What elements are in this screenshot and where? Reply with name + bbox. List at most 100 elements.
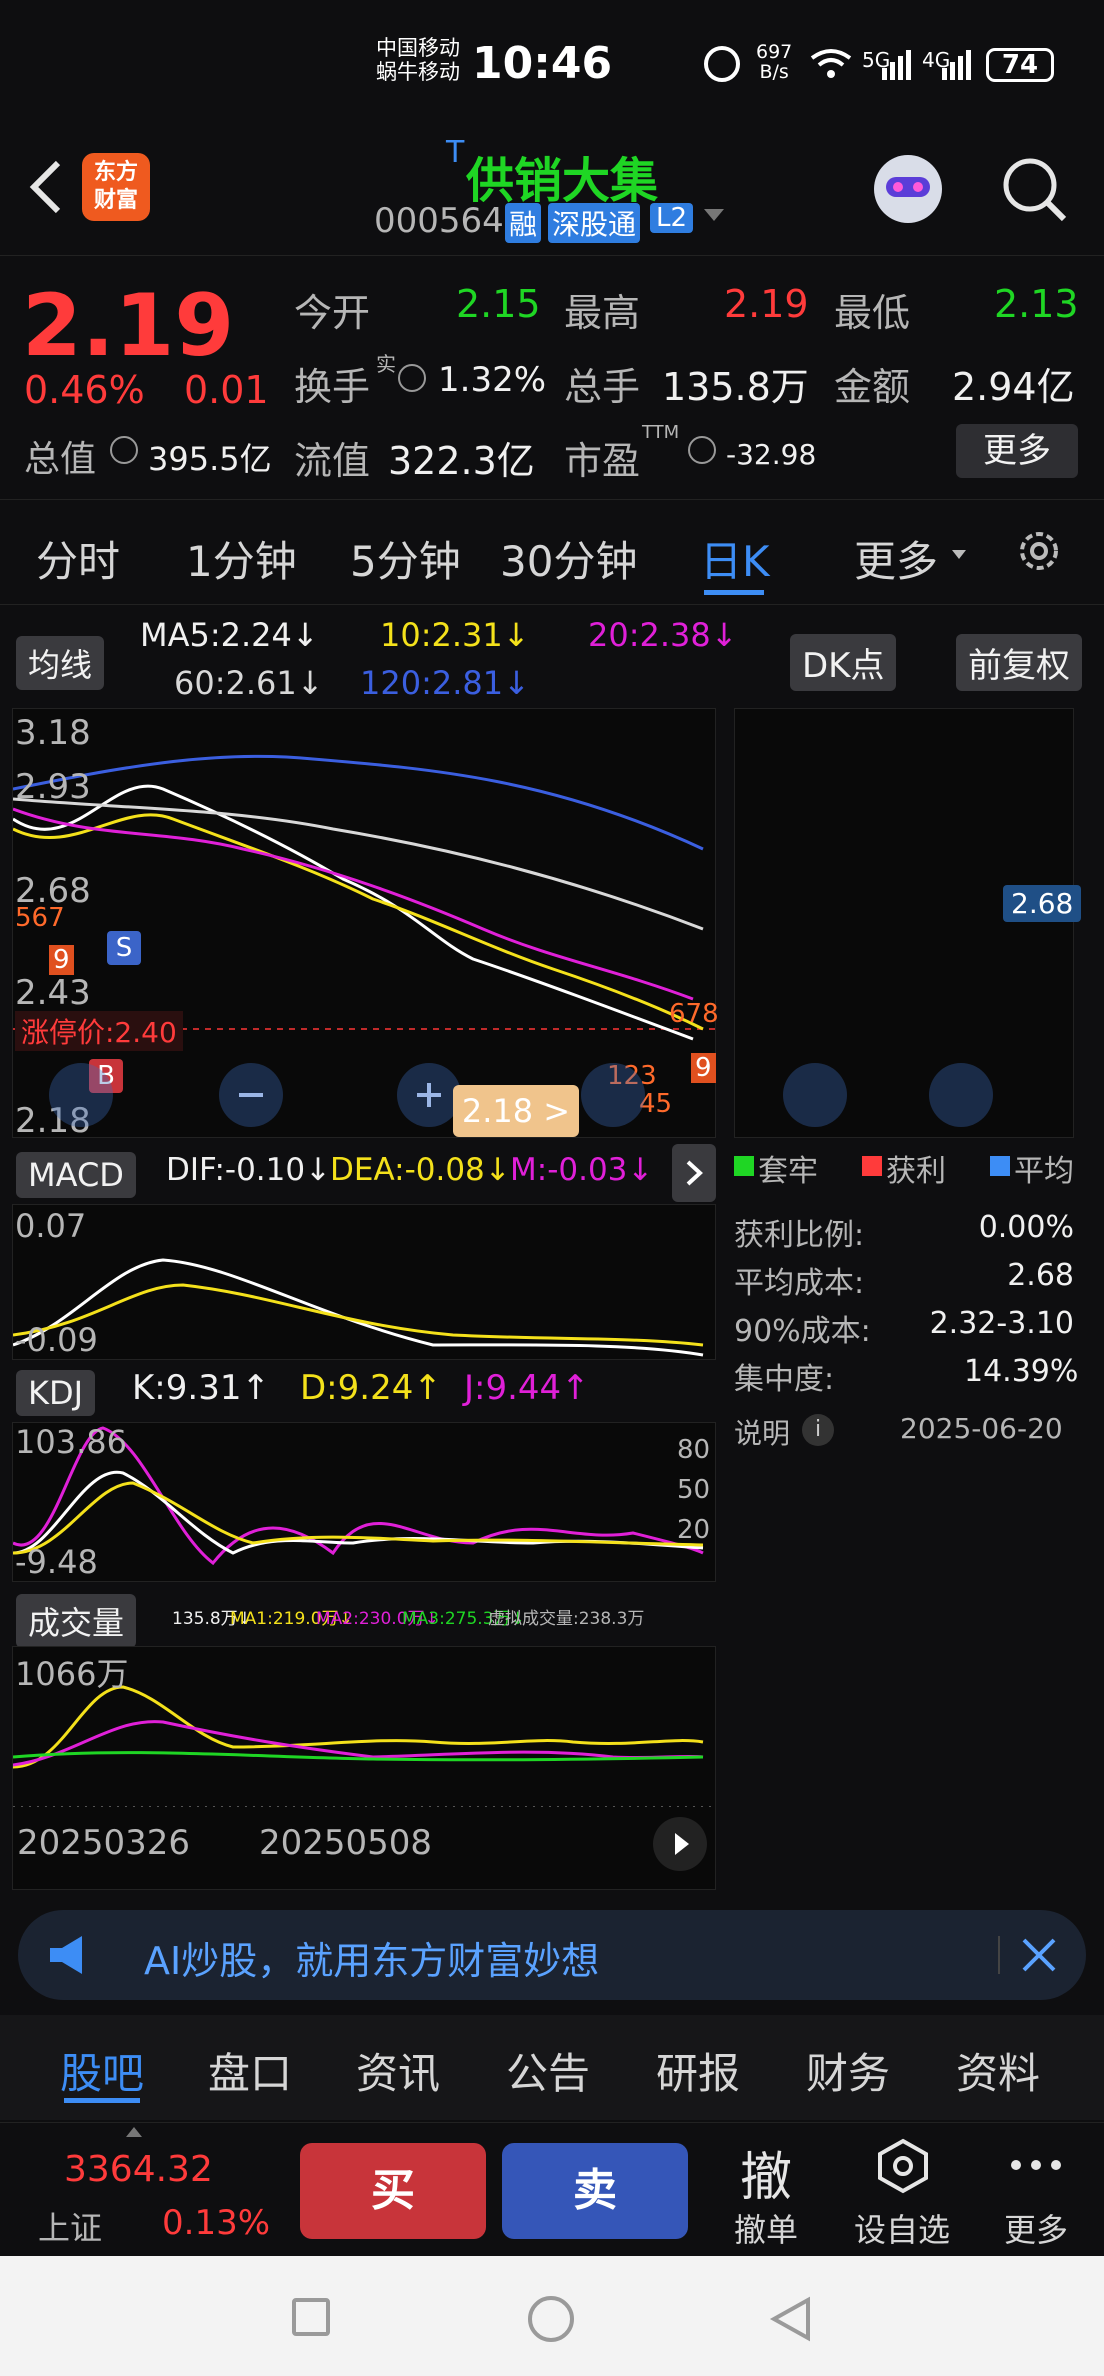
add-watchlist-label[interactable]: 设自选 xyxy=(854,2205,950,2251)
index-change: 0.13% xyxy=(162,2203,271,2243)
chip-note[interactable]: 说明 xyxy=(734,1412,790,1452)
legend-swatch-profit xyxy=(862,1156,882,1176)
y-tick: 103.86 xyxy=(15,1423,127,1461)
tab-forum[interactable]: 股吧 xyxy=(60,2040,144,2101)
tab-intraday[interactable]: 分时 xyxy=(36,528,120,589)
expand-icon[interactable] xyxy=(929,1063,993,1127)
carrier-info: 中国移动 蜗牛移动 xyxy=(376,36,460,84)
last-price: 2.19 xyxy=(22,276,235,376)
kdj-d: D:9.24↑ xyxy=(300,1368,442,1408)
cancel-order-icon[interactable]: 撤 xyxy=(740,2135,792,2210)
zoom-in-icon[interactable] xyxy=(397,1063,461,1127)
tab-orderbook[interactable]: 盘口 xyxy=(208,2040,292,2101)
wifi-icon xyxy=(810,48,852,78)
robot-assistant-icon[interactable] xyxy=(866,145,950,229)
clock: 10:46 xyxy=(472,38,613,89)
home-icon[interactable] xyxy=(528,2296,574,2342)
tab-profile[interactable]: 资料 xyxy=(956,2040,1040,2101)
scroll-left-icon[interactable] xyxy=(49,1063,113,1127)
ma60-value: 60:2.61↓ xyxy=(174,664,324,702)
high-label: 最高 xyxy=(564,291,641,335)
info-icon[interactable] xyxy=(688,436,716,464)
tab-research[interactable]: 研报 xyxy=(656,2040,740,2101)
chip-distribution-chart[interactable]: 2.68 xyxy=(734,708,1082,1139)
legend-swatch-average xyxy=(990,1156,1010,1176)
brand-line-1: 东方 xyxy=(93,160,138,185)
zoom-out-icon[interactable] xyxy=(219,1063,283,1127)
tab-daily-k[interactable]: 日K xyxy=(700,528,770,589)
caret-up-icon[interactable] xyxy=(126,2127,142,2137)
ma20-value: 20:2.38↓ xyxy=(588,616,738,654)
grid-label: 20 xyxy=(677,1515,711,1545)
low-value: 2.13 xyxy=(994,282,1079,326)
battery-level: 74 xyxy=(1001,50,1039,80)
volume-selector[interactable]: 成交量 xyxy=(16,1594,137,1648)
add-watchlist-icon[interactable] xyxy=(876,2137,930,2195)
latest-price-bubble[interactable]: 2.18 > xyxy=(453,1085,579,1137)
sell-signal-marker: S xyxy=(107,931,141,965)
back-icon[interactable] xyxy=(22,157,72,217)
kline-chart[interactable]: 3.18 2.93 2.68 2.43 2.18 涨停价:2.40 S B 56… xyxy=(12,708,719,1141)
macd-selector-label: MACD xyxy=(28,1156,124,1194)
ad-banner[interactable]: AI炒股，就用东方财富妙想 xyxy=(18,1910,1086,2000)
chip-prev-icon[interactable] xyxy=(783,1063,847,1127)
more-button[interactable]: 更多 xyxy=(956,424,1078,478)
chip-stat-value: 2.32-3.10 xyxy=(929,1306,1074,1341)
more-dots-icon[interactable] xyxy=(1008,2157,1064,2171)
net-speed-value: 697 xyxy=(756,41,793,63)
index-value[interactable]: 3364.32 xyxy=(64,2149,213,2190)
stock-code: 000564 xyxy=(374,201,504,241)
chip-stat-value: 14.39% xyxy=(964,1354,1079,1389)
close-icon[interactable] xyxy=(1018,1934,1060,1976)
cancel-order-label[interactable]: 撤单 xyxy=(734,2205,798,2251)
index-name: 上证 xyxy=(38,2209,103,2247)
price-adjust-button[interactable]: 前复权 xyxy=(956,634,1082,691)
open-value: 2.15 xyxy=(456,282,541,326)
tab-5min[interactable]: 5分钟 xyxy=(350,528,461,589)
search-icon[interactable] xyxy=(1000,155,1070,225)
chip-date: 2025-06-20 xyxy=(900,1412,1063,1445)
sequence-nine-marker: 9 xyxy=(691,1053,716,1083)
tab-news[interactable]: 资讯 xyxy=(356,2040,440,2101)
grid-label: 80 xyxy=(677,1435,711,1465)
scroll-right-icon[interactable] xyxy=(581,1063,645,1127)
dk-point-button[interactable]: DK点 xyxy=(790,634,897,691)
buy-button[interactable]: 买 xyxy=(300,2143,486,2239)
tab-30min[interactable]: 30分钟 xyxy=(500,528,637,589)
volume-selector-label: 成交量 xyxy=(28,1604,125,1642)
expand-indicators-icon[interactable] xyxy=(672,1144,716,1202)
tab-financials[interactable]: 财务 xyxy=(806,2040,890,2101)
y-tick: -0.09 xyxy=(15,1321,98,1359)
macd-selector[interactable]: MACD xyxy=(16,1152,136,1198)
t-marker: T xyxy=(446,135,465,170)
l2-badge: L2 xyxy=(650,203,694,233)
sell-button[interactable]: 卖 xyxy=(502,2143,688,2239)
info-icon[interactable] xyxy=(110,436,138,464)
y-tick: 1066万 xyxy=(15,1655,129,1693)
brand-logo[interactable]: 东方 财富 xyxy=(82,153,150,221)
back-nav-icon[interactable] xyxy=(768,2296,814,2342)
turnover-label: 换手 xyxy=(294,365,371,409)
carrier-2: 蜗牛移动 xyxy=(376,60,460,84)
amount-label: 金额 xyxy=(834,365,911,409)
tab-more[interactable]: 更多 xyxy=(854,528,938,589)
tab-1min[interactable]: 1分钟 xyxy=(186,528,297,589)
ad-text: AI炒股，就用东方财富妙想 xyxy=(144,1939,600,1983)
open-label: 今开 xyxy=(294,291,371,335)
info-icon[interactable] xyxy=(398,364,426,392)
info-icon[interactable]: i xyxy=(802,1414,834,1446)
chip-svg xyxy=(735,709,1075,1139)
tab-announcements[interactable]: 公告 xyxy=(506,2040,590,2101)
recents-icon[interactable] xyxy=(292,2298,330,2336)
chevron-down-icon[interactable] xyxy=(704,209,724,221)
more-label[interactable]: 更多 xyxy=(1004,2205,1068,2251)
ma-selector[interactable]: 均线 xyxy=(16,636,105,690)
kdj-selector[interactable]: KDJ xyxy=(16,1370,96,1416)
chip-stat-value: 2.68 xyxy=(1007,1258,1074,1293)
float-label: 流值 xyxy=(294,439,371,483)
gear-icon[interactable] xyxy=(1014,526,1064,576)
change-pct: 0.46% xyxy=(24,368,145,412)
x-tick-date: 20250326 xyxy=(17,1823,191,1863)
ma5-value: MA5:2.24↓ xyxy=(140,616,319,654)
play-icon[interactable] xyxy=(653,1817,707,1871)
